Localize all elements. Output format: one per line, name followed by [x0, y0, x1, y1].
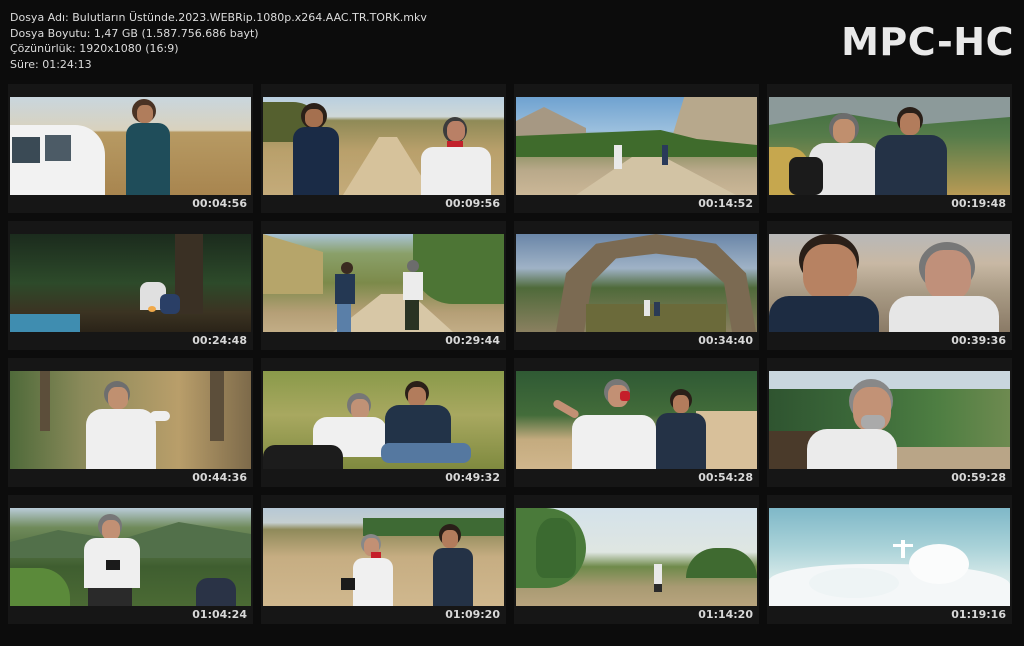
timestamp: 00:14:52: [698, 197, 753, 210]
thumbnail-image: [263, 97, 504, 195]
thumbnail[interactable]: 01:19:16: [767, 495, 1012, 624]
timestamp: 00:34:40: [698, 334, 753, 347]
timestamp: 00:54:28: [698, 471, 753, 484]
thumbnail-image: [10, 371, 251, 469]
timestamp: 00:29:44: [445, 334, 500, 347]
timestamp: 01:04:24: [192, 608, 247, 621]
thumbnail-image: [769, 508, 1010, 606]
timestamp: 00:59:28: [951, 471, 1006, 484]
thumbnail-image: [10, 508, 251, 606]
thumbnail-image: [769, 97, 1010, 195]
file-info: Dosya Adı: Bulutların Üstünde.2023.WEBRi…: [10, 10, 427, 72]
timestamp: 00:24:48: [192, 334, 247, 347]
thumbnail[interactable]: 01:04:24: [8, 495, 253, 624]
thumbnail-image: [516, 234, 757, 332]
thumbnail[interactable]: 00:14:52: [514, 84, 759, 213]
app-logo: MPC-HC: [841, 20, 1014, 64]
thumbnail-grid: 00:04:56 00:09:56 00:14:52 00:19:48 00:2…: [8, 84, 1016, 624]
thumbnail[interactable]: 00:59:28: [767, 358, 1012, 487]
file-size: Dosya Boyutu: 1,47 GB (1.587.756.686 bay…: [10, 26, 259, 40]
thumbnail-image: [263, 508, 504, 606]
thumbnail-image: [10, 234, 251, 332]
thumbnail-image: [516, 97, 757, 195]
thumbnail[interactable]: 00:54:28: [514, 358, 759, 487]
resolution: Çözünürlük: 1920x1080 (16:9): [10, 42, 179, 55]
file-name: Dosya Adı: Bulutların Üstünde.2023.WEBRi…: [10, 11, 427, 24]
thumbnail[interactable]: 00:09:56: [261, 84, 506, 213]
thumbnail-image: [10, 97, 251, 195]
thumbnail[interactable]: 00:44:36: [8, 358, 253, 487]
timestamp: 00:04:56: [192, 197, 247, 210]
thumbnail-image: [516, 371, 757, 469]
timestamp: 00:44:36: [192, 471, 247, 484]
thumbnail[interactable]: 00:24:48: [8, 221, 253, 350]
thumbnail-image: [769, 234, 1010, 332]
thumbnail[interactable]: 00:19:48: [767, 84, 1012, 213]
thumbnail[interactable]: 01:09:20: [261, 495, 506, 624]
timestamp: 00:49:32: [445, 471, 500, 484]
thumbnail[interactable]: 00:29:44: [261, 221, 506, 350]
thumbnail[interactable]: 01:14:20: [514, 495, 759, 624]
thumbnail[interactable]: 00:49:32: [261, 358, 506, 487]
thumbnail[interactable]: 00:04:56: [8, 84, 253, 213]
timestamp: 00:19:48: [951, 197, 1006, 210]
timestamp: 00:39:36: [951, 334, 1006, 347]
thumbnail-image: [516, 508, 757, 606]
thumbnail-image: [263, 234, 504, 332]
thumbnail-image: [769, 371, 1010, 469]
thumbnail[interactable]: 00:34:40: [514, 221, 759, 350]
thumbnail-image: [263, 371, 504, 469]
timestamp: 00:09:56: [445, 197, 500, 210]
duration: Süre: 01:24:13: [10, 57, 92, 71]
timestamp: 01:09:20: [445, 608, 500, 621]
timestamp: 01:14:20: [698, 608, 753, 621]
thumbnail[interactable]: 00:39:36: [767, 221, 1012, 350]
timestamp: 01:19:16: [951, 608, 1006, 621]
